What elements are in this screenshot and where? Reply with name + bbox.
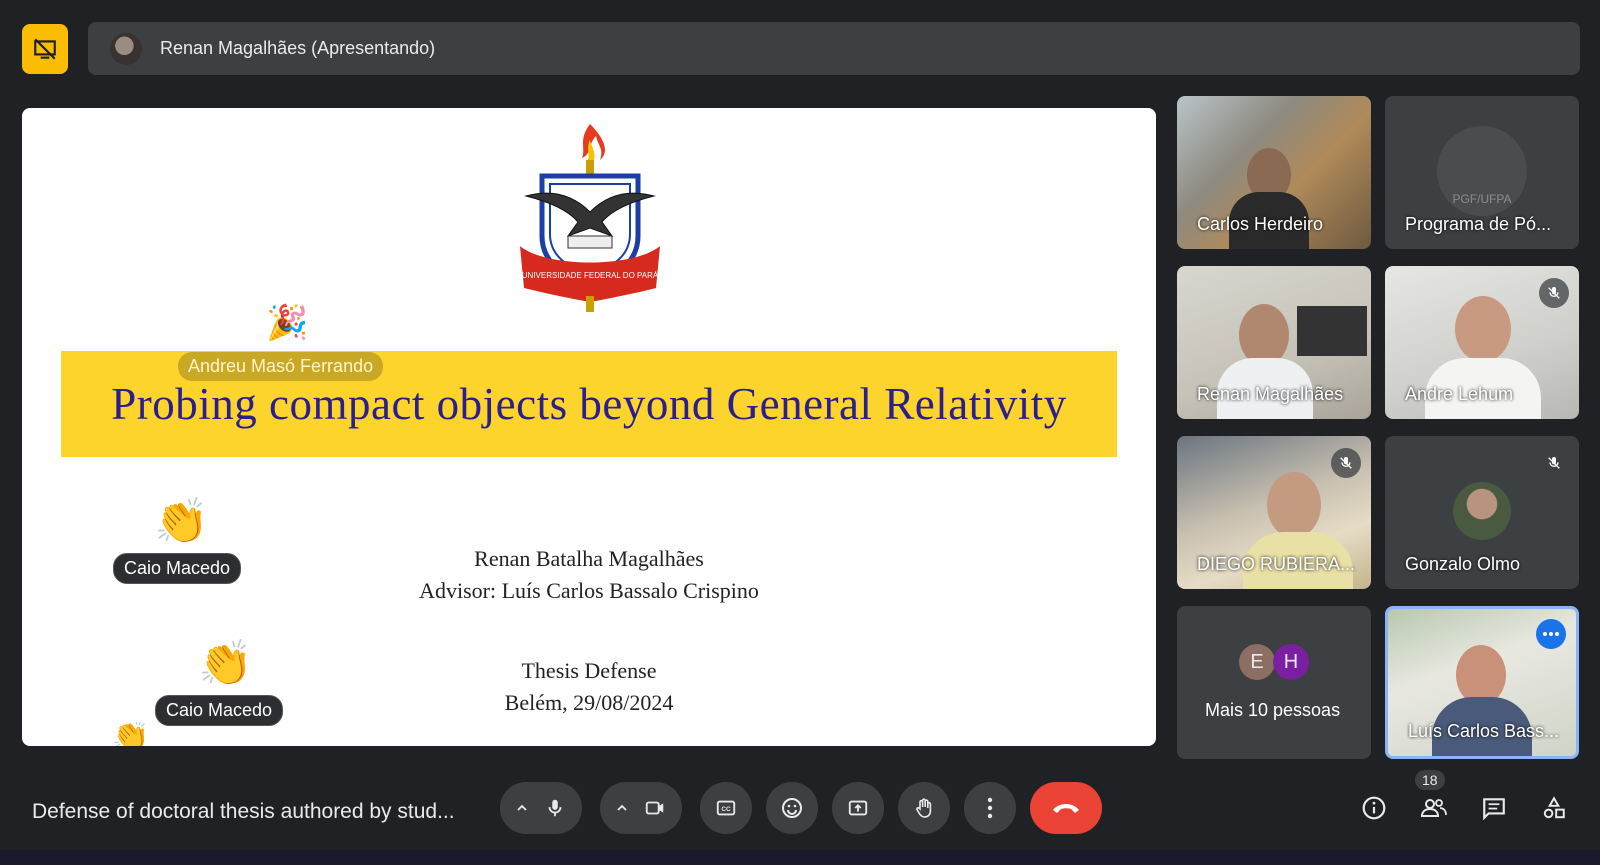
participant-name: Luís Carlos Bass... [1408, 721, 1560, 741]
participant-name: Gonzalo Olmo [1405, 554, 1521, 574]
clapping-hands-icon: 👏 [198, 639, 253, 688]
hand-icon [916, 798, 932, 818]
call-end-icon [1053, 804, 1079, 813]
participant-initial-avatar: E [1239, 644, 1275, 680]
people-button[interactable] [1410, 784, 1458, 832]
muted-indicator [1539, 278, 1569, 308]
reaction-name-chip: Caio Macedo [113, 553, 242, 584]
reaction-name-chip: Caio Macedo [155, 695, 284, 726]
activities-button[interactable] [1530, 784, 1578, 832]
participant-initial-avatar: H [1273, 644, 1309, 680]
participant-name: Renan Magalhães [1197, 384, 1344, 404]
background-monitor [1297, 306, 1367, 356]
captions-button[interactable]: CC [700, 782, 752, 834]
chat-icon [1483, 798, 1505, 821]
university-crest-logo: UNIVERSIDADE FEDERAL DO PARÁ [520, 124, 660, 312]
info-icon [1362, 796, 1386, 820]
chat-button[interactable] [1470, 784, 1518, 832]
participant-name: DIEGO RUBIERA... [1197, 554, 1356, 574]
camera-button[interactable] [600, 782, 682, 834]
clapping-hands-icon: 👏 [112, 722, 150, 746]
logo-text: PGF/UFPA [1452, 192, 1512, 206]
participant-tile[interactable]: Carlos Herdeiro [1177, 96, 1371, 249]
shapes-icon [1543, 796, 1565, 819]
videocam-icon [645, 801, 663, 815]
present-now-button[interactable] [832, 782, 884, 834]
presentation-toggle-button[interactable] [22, 24, 68, 74]
participant-tile-self[interactable]: Luís Carlos Bass... [1385, 606, 1579, 759]
stop-presenting-icon [34, 38, 56, 60]
reactions-button[interactable] [766, 782, 818, 834]
bottom-control-bar: Defense of doctoral thesis authored by s… [0, 770, 1600, 846]
more-vertical-icon [987, 797, 993, 819]
more-horizontal-icon [1543, 632, 1559, 636]
more-options-button[interactable] [1536, 619, 1566, 649]
more-options-button[interactable] [964, 782, 1016, 834]
more-participants-label: Mais 10 pessoas [1205, 700, 1341, 720]
crest-text: UNIVERSIDADE FEDERAL DO PARÁ [522, 271, 659, 280]
microphone-button[interactable] [500, 782, 582, 834]
participant-avatar [1453, 482, 1511, 540]
participant-video [1455, 296, 1511, 362]
reaction-name-chip: Andreu Masó Ferrando [178, 352, 384, 381]
participant-name: Andre Lehum [1405, 384, 1514, 404]
present-to-all-icon [848, 800, 868, 816]
os-taskbar [0, 850, 1600, 865]
muted-indicator [1539, 448, 1569, 478]
event-name: Thesis Defense [521, 658, 657, 683]
participant-tile[interactable]: PGF/UFPA Programa de Pó... [1385, 96, 1579, 249]
presenter-name: Renan Magalhães (Apresentando) [160, 38, 436, 58]
meeting-details-button[interactable] [1350, 784, 1398, 832]
mic-off-icon [1340, 457, 1352, 469]
clapping-hands-icon: 👏 [154, 497, 209, 546]
muted-indicator [1331, 448, 1361, 478]
participant-tile[interactable]: DIEGO RUBIERA... [1177, 436, 1371, 589]
closed-captions-icon: CC [716, 800, 736, 816]
presenter-bar: Renan Magalhães (Apresentando) [88, 22, 1580, 75]
participant-name: Programa de Pó... [1405, 214, 1552, 234]
presentation-slide: UNIVERSIDADE FEDERAL DO PARÁ Probing com… [22, 108, 1156, 746]
participant-name: Carlos Herdeiro [1197, 214, 1324, 234]
leave-call-button[interactable] [1030, 782, 1102, 834]
organization-logo: PGF/UFPA [1437, 126, 1527, 216]
slide-title: Probing compact objects beyond General R… [111, 379, 1067, 429]
mic-off-icon [1548, 287, 1560, 299]
participant-tile[interactable]: Andre Lehum [1385, 266, 1579, 419]
mic-off-icon [1548, 457, 1560, 469]
meeting-title: Defense of doctoral thesis authored by s… [32, 800, 455, 823]
emoji-icon [782, 798, 802, 818]
participant-video [1239, 304, 1289, 366]
participant-video [1456, 645, 1506, 705]
mic-icon [548, 799, 562, 817]
participant-video [1267, 472, 1321, 538]
participant-tile[interactable]: Renan Magalhães [1177, 266, 1371, 419]
chevron-up-icon [616, 804, 627, 811]
participant-tile[interactable]: Gonzalo Olmo [1385, 436, 1579, 589]
chevron-up-icon [517, 804, 527, 811]
raise-hand-button[interactable] [898, 782, 950, 834]
party-popper-icon: 🎉 [266, 304, 309, 342]
people-icon [1420, 799, 1447, 817]
svg-text:CC: CC [721, 806, 731, 813]
more-participants-tile[interactable]: E H Mais 10 pessoas [1177, 606, 1371, 759]
presenter-avatar [110, 32, 142, 65]
